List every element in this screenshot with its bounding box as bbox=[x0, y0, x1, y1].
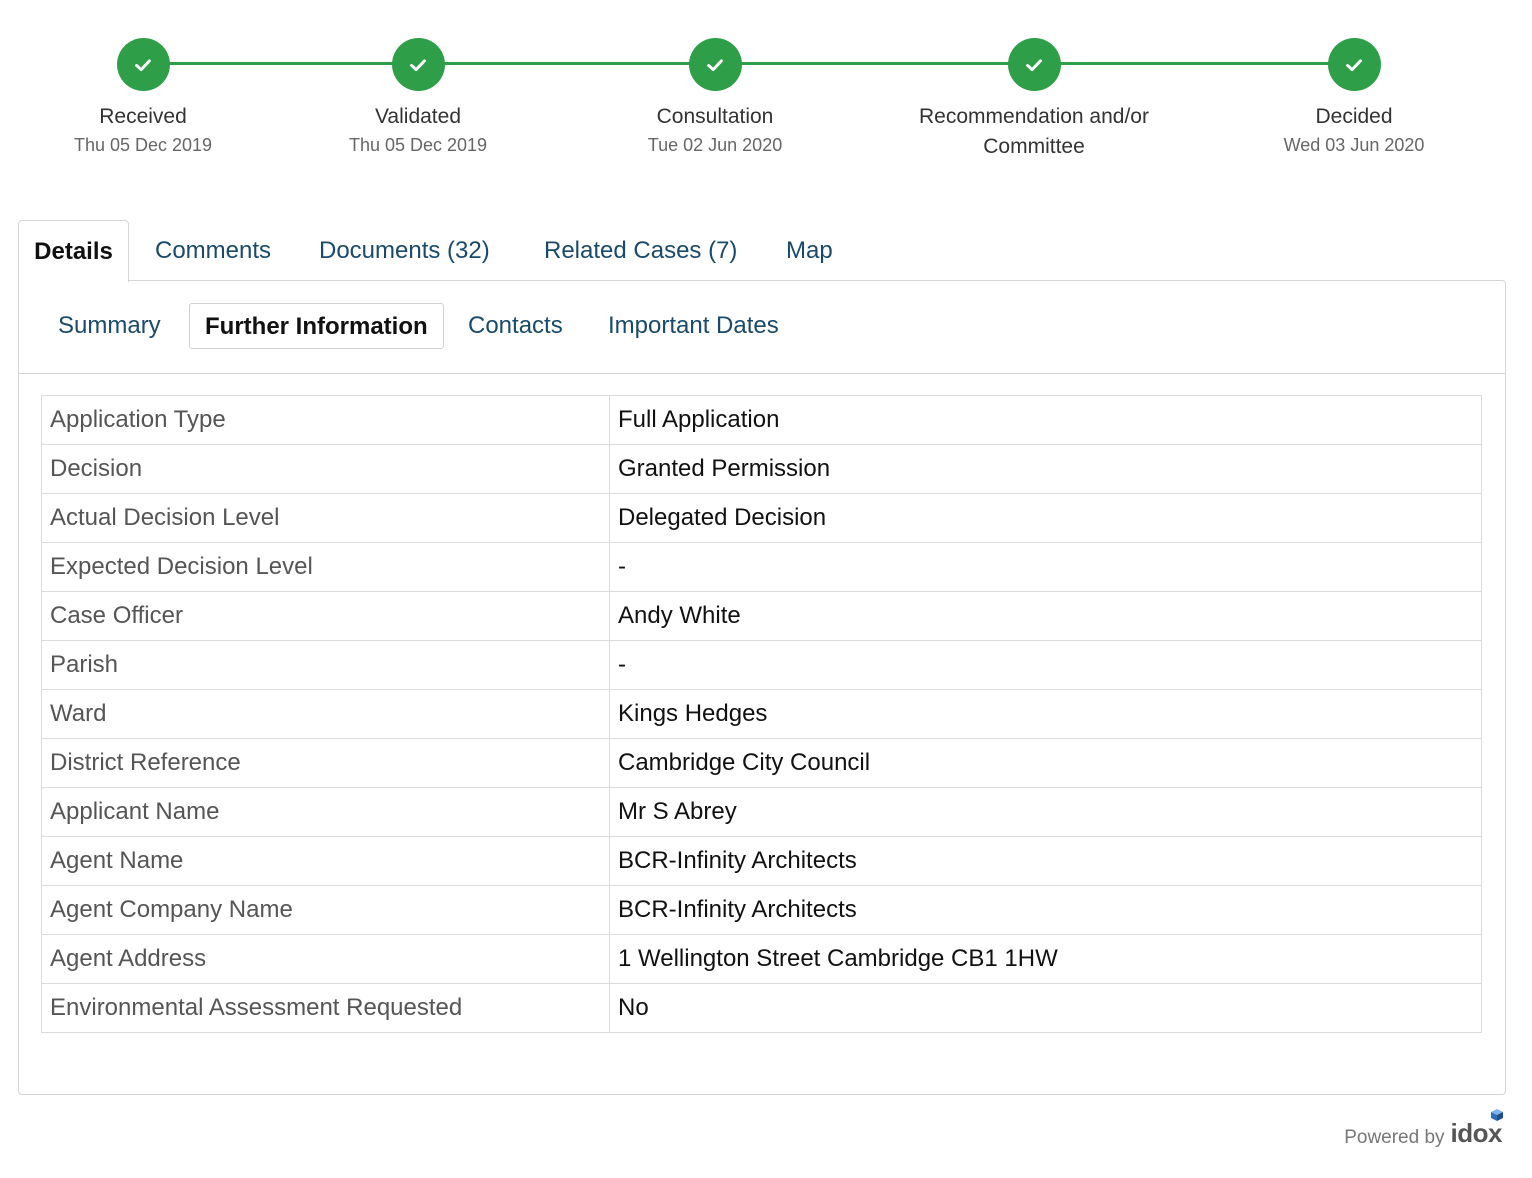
tab-comments[interactable]: Comments bbox=[155, 220, 271, 281]
step-label: Recommendation and/or Committee bbox=[919, 105, 1149, 158]
powered-by-text: Powered by bbox=[1344, 1127, 1445, 1148]
subtab-important-dates[interactable]: Important Dates bbox=[608, 303, 779, 349]
row-value: BCR-Infinity Architects bbox=[609, 885, 1482, 935]
table-row: Applicant Name Mr S Abrey bbox=[41, 787, 1482, 837]
step-date: Thu 05 Dec 2019 bbox=[348, 135, 488, 155]
row-value: Cambridge City Council bbox=[609, 738, 1482, 788]
row-label: Decision bbox=[41, 444, 610, 494]
table-row: Agent Address 1 Wellington Street Cambrid… bbox=[41, 934, 1482, 984]
step-label: Received bbox=[99, 105, 187, 128]
table-row: Agent Name BCR-Infinity Architects bbox=[41, 836, 1482, 886]
row-label: Case Officer bbox=[41, 591, 610, 641]
row-value: Full Application bbox=[609, 395, 1482, 445]
table-row: Actual Decision Level Delegated Decision bbox=[41, 493, 1482, 543]
check-icon bbox=[1007, 38, 1061, 91]
step-label: Consultation bbox=[656, 105, 774, 128]
row-value: No bbox=[609, 983, 1482, 1033]
step-date: Thu 05 Dec 2019 bbox=[73, 135, 213, 155]
row-value: Mr S Abrey bbox=[609, 787, 1482, 837]
table-row: Case Officer Andy White bbox=[41, 591, 1482, 641]
row-label: Application Type bbox=[41, 395, 610, 445]
row-value: BCR-Infinity Architects bbox=[609, 836, 1482, 886]
table-row: Application Type Full Application bbox=[41, 395, 1482, 445]
further-information-table: Application Type Full Application Decisio… bbox=[41, 395, 1482, 1033]
check-icon bbox=[116, 38, 170, 91]
powered-by[interactable]: Powered by idox bbox=[1344, 1109, 1503, 1149]
row-value: 1 Wellington Street Cambridge CB1 1HW bbox=[609, 934, 1482, 984]
row-label: Agent Company Name bbox=[41, 885, 610, 935]
progress-step-decided: Decided Wed 03 Jun 2020 bbox=[1204, 38, 1504, 158]
row-value: Granted Permission bbox=[609, 444, 1482, 494]
row-label: Ward bbox=[41, 689, 610, 739]
row-label: Actual Decision Level bbox=[41, 493, 610, 543]
row-value: Delegated Decision bbox=[609, 493, 1482, 543]
check-icon bbox=[688, 38, 742, 91]
row-label: Agent Name bbox=[41, 836, 610, 886]
progress-step-recommendation: Recommendation and/or Committee bbox=[899, 38, 1169, 162]
subtab-contacts[interactable]: Contacts bbox=[468, 303, 563, 349]
table-row: Expected Decision Level - bbox=[41, 542, 1482, 592]
row-label: Environmental Assessment Requested bbox=[41, 983, 610, 1033]
row-label: Expected Decision Level bbox=[41, 542, 610, 592]
row-value: Kings Hedges bbox=[609, 689, 1482, 739]
check-icon bbox=[391, 38, 445, 91]
row-value: - bbox=[609, 640, 1482, 690]
main-tabs: Details Comments Documents (32) Related … bbox=[18, 220, 1506, 282]
step-label: Decided bbox=[1315, 105, 1393, 128]
tab-map[interactable]: Map bbox=[786, 220, 833, 281]
progress-tracker: Received Thu 05 Dec 2019 Validated Thu 0… bbox=[0, 0, 1532, 200]
details-panel: Summary Further Information Contacts Imp… bbox=[18, 280, 1506, 1095]
idox-logo: idox bbox=[1451, 1109, 1503, 1149]
row-label: Agent Address bbox=[41, 934, 610, 984]
cube-icon bbox=[1491, 1109, 1503, 1121]
subtab-further-information[interactable]: Further Information bbox=[189, 303, 444, 349]
table-row: District Reference Cambridge City Council bbox=[41, 738, 1482, 788]
check-icon bbox=[1327, 38, 1381, 91]
row-label: Applicant Name bbox=[41, 787, 610, 837]
table-row: Decision Granted Permission bbox=[41, 444, 1482, 494]
row-label: District Reference bbox=[41, 738, 610, 788]
sub-tabs: Summary Further Information Contacts Imp… bbox=[19, 281, 1505, 374]
step-date: Wed 03 Jun 2020 bbox=[1283, 135, 1425, 155]
tab-documents[interactable]: Documents (32) bbox=[319, 220, 490, 281]
tab-details[interactable]: Details bbox=[18, 220, 129, 282]
progress-step-consultation: Consultation Tue 02 Jun 2020 bbox=[565, 38, 865, 158]
progress-step-received: Received Thu 05 Dec 2019 bbox=[0, 38, 293, 158]
table-row: Environmental Assessment Requested No bbox=[41, 983, 1482, 1033]
row-label: Parish bbox=[41, 640, 610, 690]
row-value: - bbox=[609, 542, 1482, 592]
table-row: Parish - bbox=[41, 640, 1482, 690]
row-value: Andy White bbox=[609, 591, 1482, 641]
table-row: Ward Kings Hedges bbox=[41, 689, 1482, 739]
step-label: Validated bbox=[374, 105, 461, 128]
table-row: Agent Company Name BCR-Infinity Architect… bbox=[41, 885, 1482, 935]
step-date: Tue 02 Jun 2020 bbox=[647, 135, 783, 155]
tab-related-cases[interactable]: Related Cases (7) bbox=[544, 220, 737, 281]
progress-step-validated: Validated Thu 05 Dec 2019 bbox=[268, 38, 568, 158]
subtab-summary[interactable]: Summary bbox=[58, 303, 161, 349]
